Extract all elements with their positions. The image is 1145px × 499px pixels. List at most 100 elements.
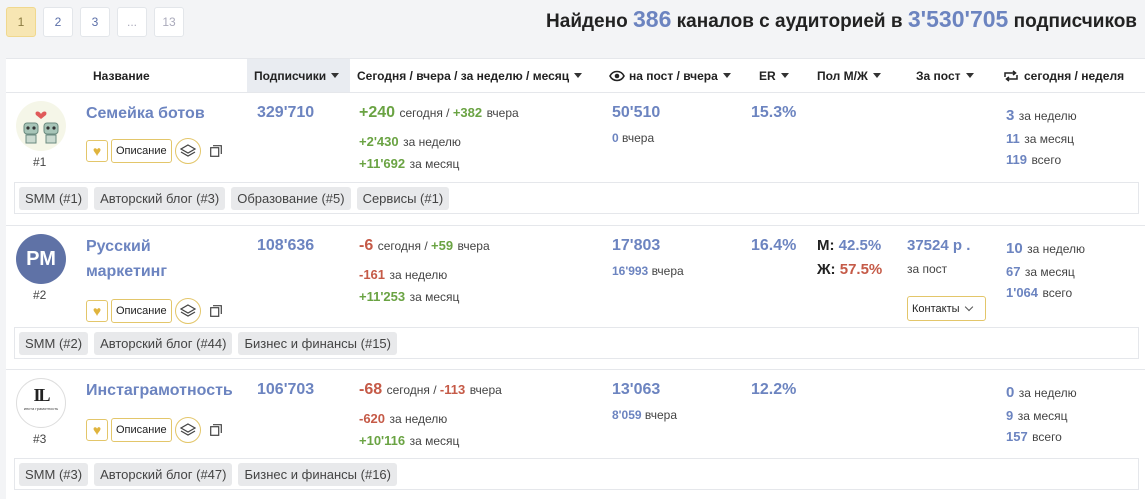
reposts-month: 11 за месяц (1006, 130, 1074, 148)
eye-icon (609, 70, 625, 81)
layers-icon[interactable] (174, 298, 201, 324)
growth-today: -6 сегодня / +59 вчера (359, 237, 490, 254)
col-views[interactable]: на пост / вчера (609, 59, 731, 92)
table-header: Название Подписчики Сегодня / вчера / за… (6, 59, 1145, 92)
channel-name-link[interactable]: Инстаграмотность (86, 378, 233, 403)
gender-female: Ж: 57.5% (817, 261, 882, 278)
caret-down-icon (722, 73, 731, 78)
col-reposts[interactable]: сегодня / неделя (1003, 59, 1124, 92)
reposts-month-value: 11 (1006, 131, 1020, 146)
per-post-label: за пост (907, 262, 948, 276)
results-summary: Найдено 386 каналов с аудиторией в 3'530… (546, 6, 1137, 33)
category-tag[interactable]: Авторский блог (#44) (94, 331, 233, 355)
category-tag[interactable]: Бизнес и финансы (#15) (238, 331, 397, 355)
caret-down-icon (780, 73, 789, 78)
channel-name-link[interactable]: Русский маркетинг (86, 234, 236, 284)
avatar[interactable] (16, 101, 66, 151)
chevron-down-icon (964, 302, 973, 312)
description-button[interactable]: Описание (111, 139, 172, 163)
col-subscribers[interactable]: Подписчики (247, 59, 350, 92)
col-price[interactable]: За пост (916, 59, 974, 92)
robots-logo-icon (23, 111, 59, 144)
caret-down-icon (965, 73, 974, 78)
favorite-heart-icon[interactable]: ♥ (86, 419, 108, 441)
category-tag[interactable]: Бизнес и финансы (#16) (238, 462, 397, 486)
views-yesterday-value: 8'059 (612, 408, 642, 422)
post-price: 37524 р . (907, 237, 971, 254)
avatar[interactable]: РМ (16, 234, 66, 284)
reposts-month: 9 за месяц (1006, 407, 1068, 425)
total-label: всего (1032, 430, 1062, 444)
col-er[interactable]: ER (759, 59, 789, 92)
page-2-button[interactable]: 2 (43, 7, 73, 37)
copy-icon[interactable] (208, 303, 224, 319)
copy-icon[interactable] (208, 422, 224, 438)
total-label: всего (1031, 153, 1062, 167)
col-gender[interactable]: Пол М/Ж (817, 59, 881, 92)
description-button[interactable]: Описание (111, 299, 172, 323)
week-label: за неделю (389, 268, 448, 282)
category-tag[interactable]: SMM (#3) (19, 462, 89, 486)
layers-icon[interactable] (174, 417, 201, 443)
rank: #3 (33, 432, 47, 446)
category-tag[interactable]: Образование (#5) (231, 186, 351, 210)
col-name[interactable]: Название (93, 59, 150, 92)
channel-name-link[interactable]: Семейка ботов (86, 101, 205, 126)
month-label: за месяц (409, 157, 460, 171)
col-er-label: ER (759, 68, 776, 83)
caret-down-icon (872, 73, 881, 78)
growth-week-value: -161 (359, 267, 386, 282)
views-yesterday-value: 0 (612, 131, 619, 145)
views-per-post: 50'510 (612, 104, 661, 121)
growth-week-value: +2'430 (359, 134, 399, 149)
category-tag[interactable]: SMM (#2) (19, 331, 89, 355)
rank: #1 (33, 155, 47, 169)
today-label: сегодня (386, 383, 430, 397)
col-growth[interactable]: Сегодня / вчера / за неделю / месяц (357, 59, 583, 92)
col-reposts-label: сегодня / неделя (1024, 68, 1125, 83)
growth-week: -620 за неделю (359, 410, 447, 428)
category-tag[interactable]: Сервисы (#1) (356, 186, 450, 210)
reposts-month-value: 9 (1006, 408, 1014, 423)
contacts-dropdown[interactable]: Контакты (907, 296, 986, 321)
month-label: за месяц (409, 434, 460, 448)
page-13-button[interactable]: 13 (154, 7, 184, 37)
views-yesterday: 8'059 вчера (612, 408, 677, 422)
rank: #2 (33, 288, 47, 302)
description-button[interactable]: Описание (111, 418, 172, 442)
er-value: 16.4% (751, 237, 797, 254)
avatar[interactable]: IL инста грамотность (16, 378, 66, 428)
yesterday-label: вчера (644, 408, 678, 422)
week-label: за неделю (389, 412, 448, 426)
reposts-total: 157 всего (1006, 428, 1062, 446)
category-tag[interactable]: Авторский блог (#47) (94, 462, 233, 486)
growth-week: +2'430 за неделю (359, 133, 461, 151)
avatar-text: РМ (26, 247, 56, 270)
growth-month-value: +10'116 (359, 433, 406, 448)
channel-count: 386 (633, 6, 672, 32)
views-yesterday-value: 16'993 (612, 264, 649, 278)
subscribers-value: 106'703 (257, 381, 315, 398)
male-label: М: (817, 237, 835, 254)
favorite-heart-icon[interactable]: ♥ (86, 140, 108, 162)
page-1-button[interactable]: 1 (6, 7, 36, 37)
copy-icon[interactable] (208, 143, 224, 159)
category-tag[interactable]: SMM (#1) (19, 186, 89, 210)
growth-week: -161 за неделю (359, 266, 447, 284)
favorite-heart-icon[interactable]: ♥ (86, 300, 108, 322)
month-label: за месяц (1024, 132, 1075, 146)
channel-row: #1 Семейка ботов ♥ Описание 329'710 +240… (6, 92, 1145, 225)
col-price-label: За пост (916, 68, 961, 83)
category-tag[interactable]: Авторский блог (#3) (94, 186, 226, 210)
subscribers-value: 108'636 (257, 237, 315, 254)
layers-icon[interactable] (174, 138, 201, 164)
page-3-button[interactable]: 3 (80, 7, 110, 37)
yesterday-label: вчера (486, 106, 519, 120)
reposts-month: 67 за месяц (1006, 263, 1075, 281)
views-per-post: 13'063 (612, 381, 661, 398)
growth-today-value: +240 (359, 104, 396, 121)
summary-suffix: подписчиков (1013, 11, 1137, 32)
er-value: 15.3% (751, 104, 797, 121)
week-label: за неделю (1018, 386, 1077, 400)
col-growth-label: Сегодня / вчера / за неделю / месяц (357, 68, 570, 83)
